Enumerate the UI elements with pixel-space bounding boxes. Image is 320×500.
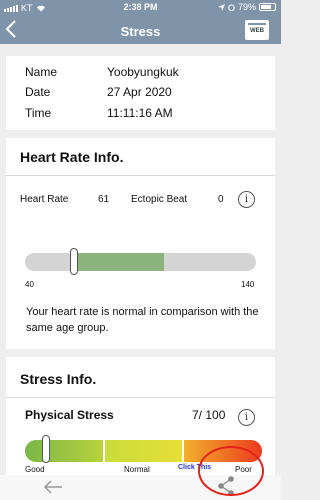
level-normal-label: Normal	[124, 465, 150, 474]
ectopic-beat-value: 0	[218, 194, 224, 205]
battery-percent: 79%	[237, 2, 256, 12]
heart-rate-label: Heart Rate	[20, 194, 69, 205]
normal-range-band	[71, 253, 164, 271]
highlight-circle	[198, 446, 264, 496]
location-icon	[217, 3, 225, 11]
status-bar: KT 2:38 PM 79%	[0, 0, 281, 15]
web-label: WEB	[250, 28, 264, 34]
stress-title: Stress Info.	[20, 371, 97, 387]
date-value: 27 Apr 2020	[107, 85, 172, 99]
name-label: Name	[25, 65, 58, 79]
level-good-label: Good	[25, 465, 45, 474]
physical-stress-marker	[41, 435, 50, 463]
divider	[6, 175, 275, 176]
time-label: Time	[25, 106, 52, 120]
web-button[interactable]: WEB	[245, 20, 269, 40]
page-title: Stress	[120, 24, 161, 39]
heart-rate-card: Heart Rate Info. Heart Rate 61 Ectopic B…	[6, 138, 275, 349]
scale-max-label: 140	[241, 280, 255, 289]
date-label: Date	[25, 85, 51, 99]
heart-rate-message: Your heart rate is normal in comparison …	[26, 306, 259, 334]
physical-stress-score: 7/ 100	[192, 408, 226, 422]
heart-rate-value: 61	[98, 194, 110, 205]
ectopic-beat-label: Ectopic Beat	[131, 194, 188, 205]
physical-stress-label: Physical Stress	[25, 408, 114, 422]
name-value: Yoobyungkuk	[107, 65, 179, 79]
heart-rate-info-icon[interactable]: i	[238, 191, 255, 208]
alarm-icon	[228, 4, 235, 11]
back-arrow-icon[interactable]	[42, 478, 64, 496]
scale-min-label: 40	[25, 280, 34, 289]
battery-icon	[259, 3, 276, 11]
heart-rate-marker	[69, 248, 78, 275]
time-value: 11:11:16 AM	[107, 106, 173, 120]
normal-segment	[104, 440, 183, 462]
good-segment	[25, 440, 103, 462]
heart-rate-gauge	[25, 248, 256, 275]
heart-rate-title: Heart Rate Info.	[20, 149, 124, 165]
divider	[6, 397, 275, 398]
user-info-card: Name Yoobyungkuk Date 27 Apr 2020 Time 1…	[6, 56, 275, 130]
header: KT 2:38 PM 79% Stress WEB	[0, 0, 281, 44]
physical-stress-info-icon[interactable]: i	[238, 409, 255, 426]
